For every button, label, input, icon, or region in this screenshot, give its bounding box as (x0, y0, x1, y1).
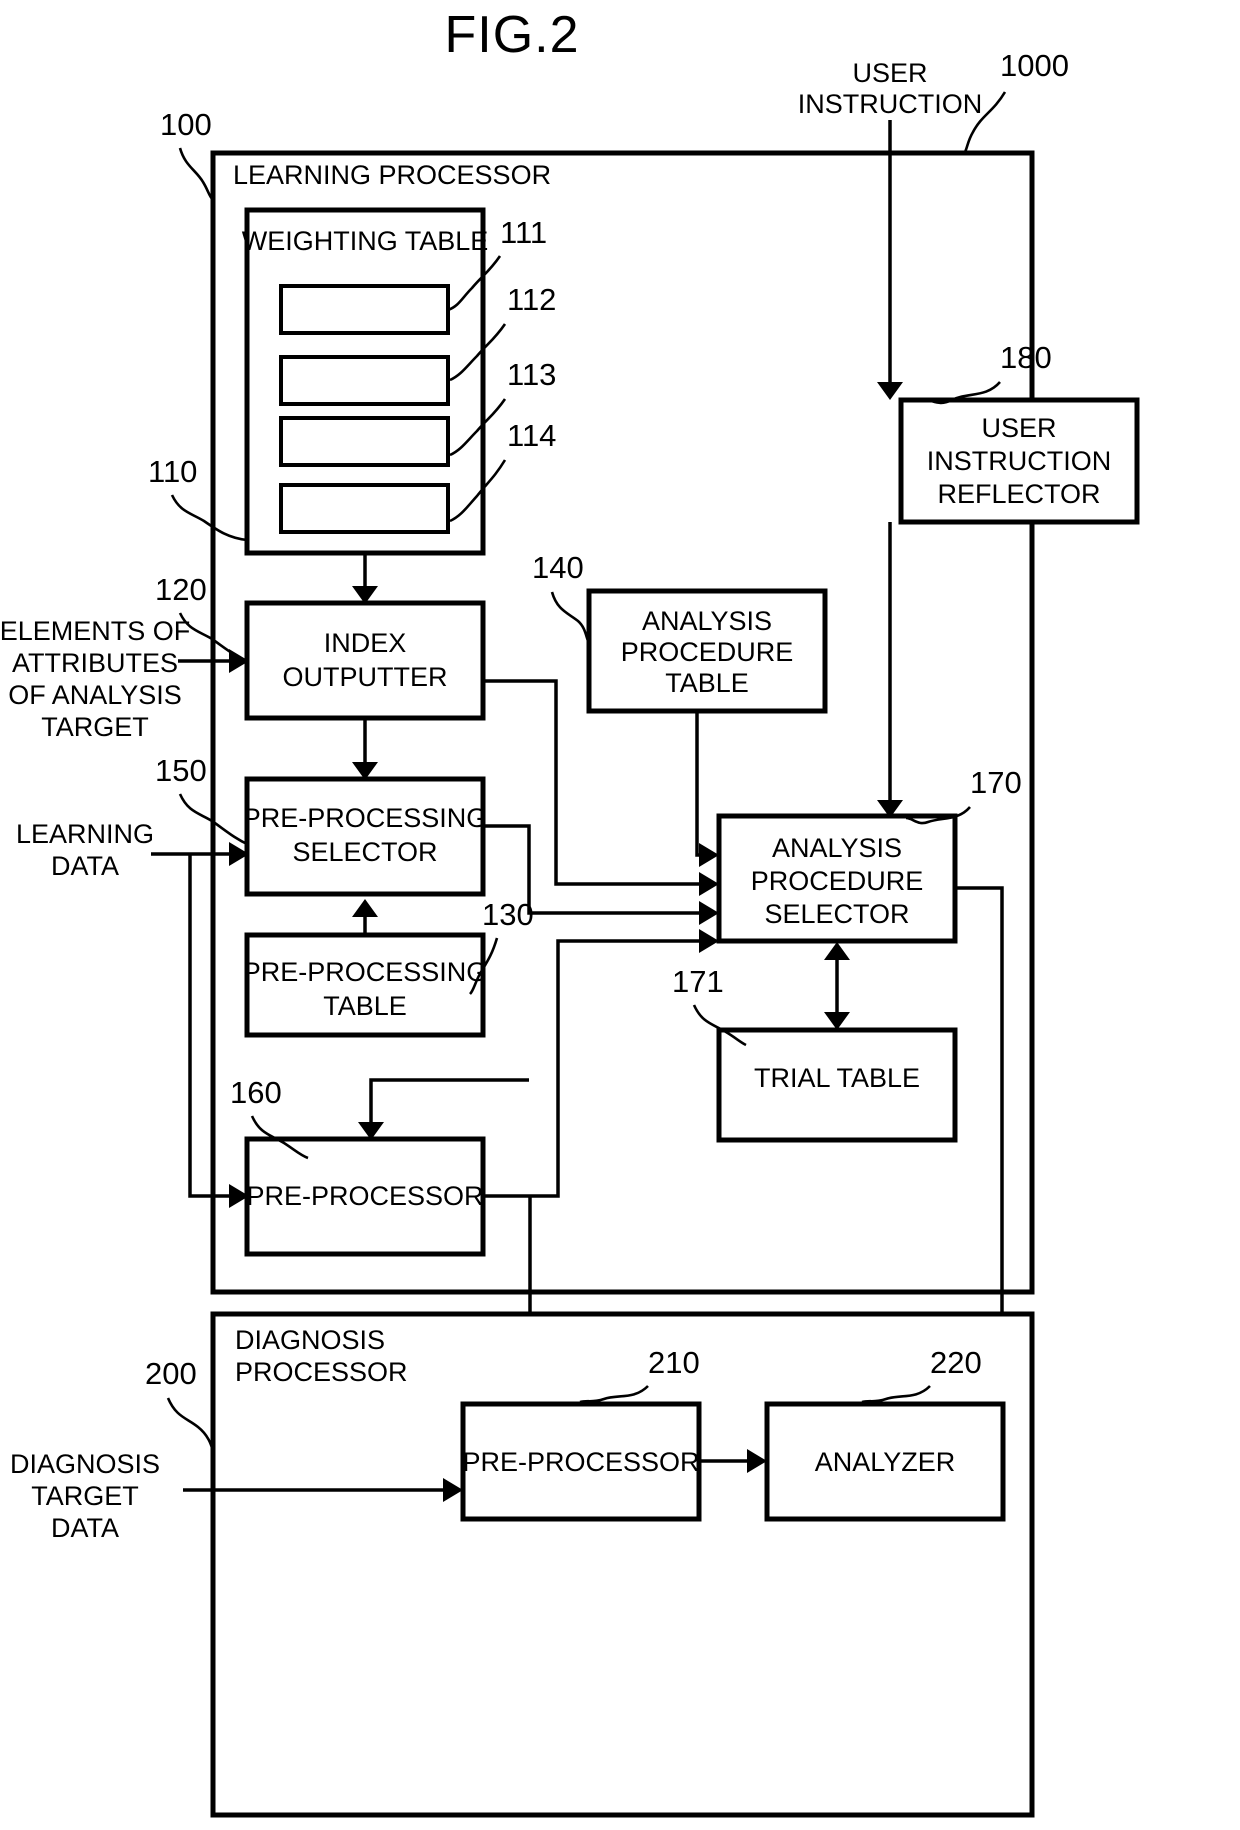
pre-processor-diagnosis-label: PRE-PROCESSOR (462, 1447, 699, 1477)
ref-1000: 1000 (1000, 48, 1069, 83)
diagnosis-processor-label-line2: PROCESSOR (235, 1357, 408, 1387)
diagnosis-processor-container (210, 1311, 1035, 1818)
elements-attributes-line4: TARGET (41, 712, 149, 742)
pre-processor-learning-label: PRE-PROCESSOR (246, 1181, 483, 1211)
uir-label-line2: INSTRUCTION (927, 446, 1112, 476)
apt-label-line3: TABLE (665, 668, 749, 698)
uir-label-line3: REFLECTOR (937, 479, 1100, 509)
ref-170: 170 (970, 765, 1022, 800)
ref-111: 111 (500, 215, 547, 250)
apt-label-line1: ANALYSIS (642, 606, 772, 636)
ref-120: 120 (155, 572, 207, 607)
ref-171: 171 (672, 964, 724, 999)
ref-180: 180 (1000, 340, 1052, 375)
trial-table-label: TRIAL TABLE (754, 1063, 920, 1093)
user-instruction-label-line1: USER (852, 58, 927, 88)
ppt-label-line2: TABLE (323, 991, 407, 1021)
elements-attributes-line1: ELEMENTS OF (0, 616, 190, 646)
ref-100: 100 (160, 107, 212, 142)
elements-attributes-line2: ATTRIBUTES (12, 648, 178, 678)
learning-data-line2: DATA (51, 851, 119, 881)
leader-100 (178, 147, 214, 201)
analyzer-label: ANALYZER (815, 1447, 956, 1477)
ref-210: 210 (648, 1345, 700, 1380)
diagnosis-target-line1: DIAGNOSIS (10, 1449, 160, 1479)
ref-160: 160 (230, 1075, 282, 1110)
weighting-row-113 (279, 416, 450, 467)
elements-attributes-line3: OF ANALYSIS (8, 680, 182, 710)
weighting-row-112 (279, 355, 450, 406)
ref-113: 113 (507, 357, 556, 392)
pps-label-line1: PRE-PROCESSING (243, 803, 488, 833)
weighting-row-111 (279, 284, 450, 335)
weighting-row-114 (279, 483, 450, 534)
ref-110: 110 (148, 454, 197, 489)
index-outputter-label-line2: OUTPUTTER (283, 662, 448, 692)
index-outputter-label-line1: INDEX (324, 628, 407, 658)
ref-150: 150 (155, 753, 207, 788)
aps-label-line3: SELECTOR (764, 899, 909, 929)
user-instruction-label-line2: INSTRUCTION (798, 89, 983, 119)
leader-200 (166, 1397, 215, 1452)
diagnosis-target-line2: TARGET (31, 1481, 139, 1511)
apt-label-line2: PROCEDURE (621, 637, 794, 667)
diagnosis-processor-label-line1: DIAGNOSIS (235, 1325, 385, 1355)
ref-200: 200 (145, 1356, 197, 1391)
ref-220: 220 (930, 1345, 982, 1380)
patent-figure-2: FIG.2 USER INSTRUCTION 1000 LEARNING PRO… (0, 0, 1240, 1830)
ref-114: 114 (507, 418, 556, 453)
pps-label-line2: SELECTOR (292, 837, 437, 867)
ref-112: 112 (507, 282, 556, 317)
ppt-label-line1: PRE-PROCESSING (243, 957, 488, 987)
weighting-table-label: WEIGHTING TABLE (242, 226, 489, 256)
aps-label-line2: PROCEDURE (751, 866, 924, 896)
ref-130: 130 (482, 897, 534, 932)
learning-data-line1: LEARNING (16, 819, 154, 849)
figure-canvas: FIG.2 USER INSTRUCTION 1000 LEARNING PRO… (0, 6, 1140, 1818)
figure-title: FIG.2 (444, 6, 579, 64)
aps-label-line1: ANALYSIS (772, 833, 902, 863)
learning-processor-label: LEARNING PROCESSOR (233, 160, 551, 190)
ref-140: 140 (532, 550, 584, 585)
index-outputter-box (244, 600, 486, 721)
diagnosis-target-line3: DATA (51, 1513, 119, 1543)
uir-label-line1: USER (981, 413, 1056, 443)
